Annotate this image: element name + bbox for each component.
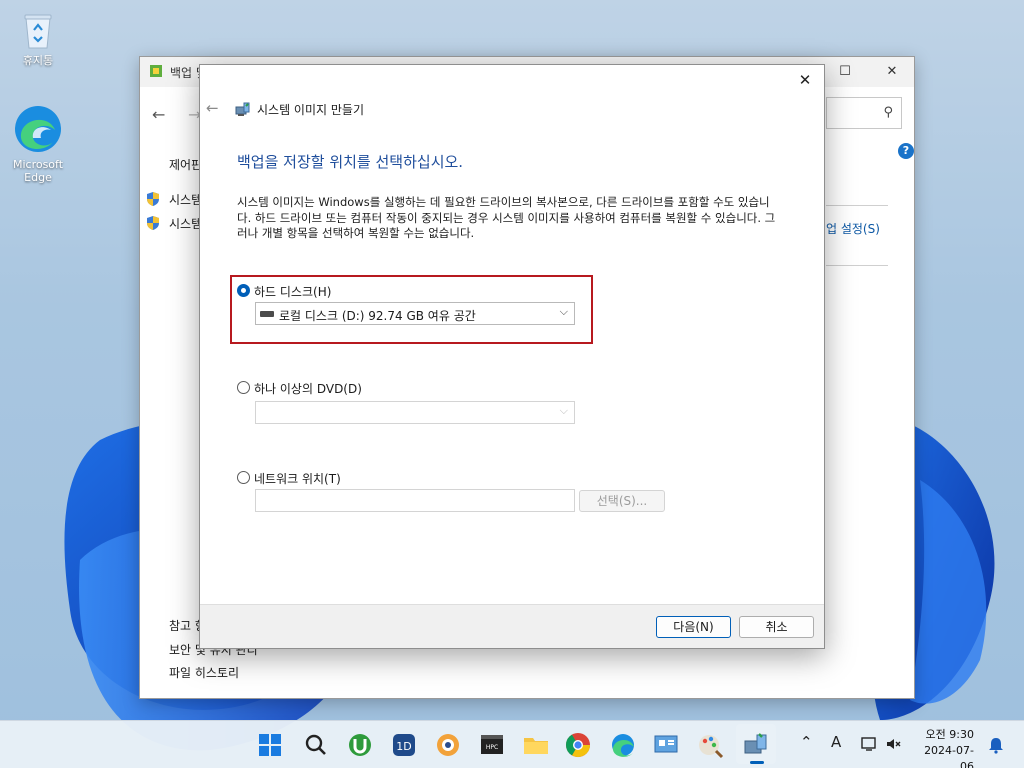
search-icon: ⚲ [883,105,893,120]
select-network-button[interactable]: 선택(S)... [579,490,665,512]
dvd-radio[interactable] [237,381,250,394]
svg-text:1D: 1D [396,740,411,753]
cancel-button[interactable]: 취소 [739,616,814,638]
maximize-button[interactable]: ☐ [823,61,867,83]
video-editor-icon[interactable]: HPC [476,729,508,761]
hard-disk-select-value: 로컬 디스크 (D:) 92.74 GB 여유 공간 [279,309,476,323]
paint-icon[interactable] [694,729,726,761]
network-path-input[interactable] [255,489,575,512]
dialog-footer: 다음(N) 취소 [200,604,824,648]
recycle-bin-label: 휴지통 [22,54,54,67]
backup-taskbar-icon[interactable] [740,729,772,761]
speaker-muted-icon[interactable] [884,735,902,753]
shield-icon [147,192,159,206]
app-1d-icon[interactable]: 1D [388,729,420,761]
edge-shortcut[interactable]: Microsoft Edge [6,104,70,184]
clock-time: 오전 9:30 [925,728,974,741]
backup-app-icon [150,65,162,77]
system-repair-link[interactable]: 시스템 [169,215,202,232]
control-panel-icon[interactable] [650,729,682,761]
dialog-close-button[interactable]: ✕ [790,67,820,93]
chevron-up-icon[interactable]: ⌃ [800,733,813,751]
ime-indicator[interactable]: A [831,733,841,751]
setup-backup-link[interactable]: 업 설정(S) [826,220,880,237]
dvd-select[interactable]: ⌵ [255,401,575,424]
edge-label-1: Microsoft [12,158,64,171]
hard-disk-select[interactable]: 로컬 디스크 (D:) 92.74 GB 여유 공간 ⌵ [255,302,575,325]
system-image-link[interactable]: 시스템 [169,191,202,208]
next-button[interactable]: 다음(N) [656,616,731,638]
back-nav-icon[interactable]: ← [152,105,165,124]
eye-app-icon[interactable] [432,729,464,761]
hard-disk-label: 하드 디스크(H) [254,285,332,299]
dialog-description: 시스템 이미지는 Windows를 실행하는 데 필요한 드라이브의 복사본으로… [237,195,776,240]
notification-bell-icon[interactable] [988,736,1004,754]
clock-date: 2024-07-06 [924,744,974,768]
help-icon[interactable]: ? [898,143,914,159]
network-label: 네트워크 위치(T) [254,472,341,486]
dialog-title: 시스템 이미지 만들기 [257,103,364,117]
dialog-back-icon[interactable]: ← [206,99,219,117]
utorrent-icon[interactable] [344,729,376,761]
file-history-link[interactable]: 파일 히스토리 [169,664,239,681]
chevron-down-icon: ⌵ [559,305,568,318]
taskbar: 1D HPC ⌃ A 오전 9:30 2024-07-06 [0,720,1024,768]
separator [826,205,888,206]
hard-disk-radio[interactable] [237,284,250,297]
edge-label-2: Edge [24,171,52,184]
network-radio[interactable] [237,471,250,484]
chrome-icon[interactable] [562,729,594,761]
system-image-icon [235,102,250,116]
window-close-button[interactable]: ✕ [870,61,914,83]
shield-icon [147,216,159,230]
search-box[interactable]: ⚲ [826,97,902,129]
start-icon[interactable] [254,729,286,761]
svg-text:HPC: HPC [486,744,498,751]
network-icon[interactable] [860,735,878,753]
search-icon[interactable] [300,729,332,761]
dialog-heading: 백업을 저장할 위치를 선택하십시오. [237,153,464,171]
active-app-indicator [750,761,764,764]
edge-icon [15,106,61,152]
separator [826,265,888,266]
recycle-bin-icon [24,14,52,49]
drive-icon [260,311,274,317]
chevron-down-icon: ⌵ [559,404,568,417]
control-panel-home-link[interactable]: 제어판 [169,156,202,173]
file-explorer-icon[interactable] [520,729,552,761]
recycle-bin-shortcut[interactable]: 휴지통 [6,10,70,67]
edge-taskbar-icon[interactable] [607,729,639,761]
clock[interactable]: 오전 9:30 2024-07-06 [912,727,974,768]
create-system-image-dialog: ✕ ← 시스템 이미지 만들기 백업을 저장할 위치를 선택하십시오. 시스템 … [199,64,825,649]
dvd-label: 하나 이상의 DVD(D) [254,382,362,396]
